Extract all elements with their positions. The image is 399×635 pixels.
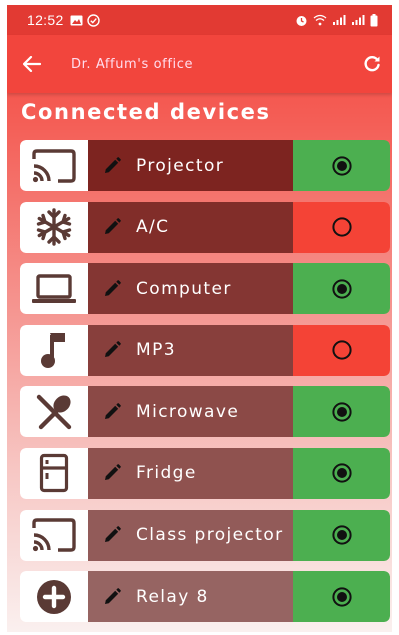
device-toggle-on[interactable]: [293, 571, 390, 623]
signal-icon: [352, 15, 365, 25]
device-toggle-on[interactable]: [293, 140, 390, 191]
image-notification-icon: [70, 15, 83, 25]
device-row: Projector: [20, 140, 390, 191]
device-toggle-on[interactable]: [293, 509, 390, 561]
device-name-box[interactable]: Class projector: [88, 509, 293, 561]
radio-on-icon: [331, 402, 352, 422]
device-icon-box: [20, 324, 88, 376]
battery-icon: [370, 13, 378, 26]
device-label: Microwave: [136, 401, 240, 422]
device-list: Projector A/C Computer MP3 Microwave Fridge Cl…: [20, 140, 390, 632]
radio-off-icon: [331, 217, 352, 237]
cast-icon: [32, 148, 76, 183]
device-row: Fridge: [20, 447, 390, 499]
device-toggle-on[interactable]: [293, 447, 390, 499]
refresh-icon: [364, 55, 380, 72]
device-label: Class projector: [136, 525, 284, 546]
device-name-box[interactable]: Computer: [88, 263, 293, 315]
status-bar: 12:52: [7, 5, 392, 35]
device-toggle-off[interactable]: [293, 201, 390, 253]
edit-icon[interactable]: [102, 217, 122, 237]
device-label: Projector: [136, 155, 225, 176]
radio-on-icon: [331, 525, 352, 545]
radio-on-icon: [331, 155, 352, 176]
app-screen: 12:52 Dr. Affum's office Connected devic…: [7, 5, 392, 632]
radio-on-icon: [331, 279, 352, 299]
arrow-left-icon: [23, 56, 41, 72]
app-bar: Dr. Affum's office: [7, 35, 392, 93]
edit-icon[interactable]: [102, 525, 122, 545]
device-label: Computer: [136, 278, 232, 299]
radio-on-icon: [331, 587, 352, 607]
device-row: Relay 8: [20, 571, 390, 623]
device-toggle-off[interactable]: [293, 324, 390, 376]
device-label: A/C: [136, 217, 170, 238]
edit-icon[interactable]: [102, 156, 122, 176]
wifi-icon: [313, 14, 327, 26]
music-note-icon: [41, 333, 65, 369]
device-icon-box: [20, 386, 88, 438]
device-icon-box: [20, 509, 88, 561]
radio-off-icon: [331, 340, 352, 360]
edit-icon[interactable]: [102, 340, 122, 360]
fridge-icon: [39, 454, 69, 493]
edit-icon[interactable]: [102, 587, 122, 607]
edit-icon[interactable]: [102, 279, 122, 299]
device-name-box[interactable]: Projector: [88, 140, 293, 191]
laptop-icon: [32, 273, 76, 303]
device-name-box[interactable]: A/C: [88, 201, 293, 253]
device-icon-box: [20, 201, 88, 253]
device-icon-box: [20, 571, 88, 623]
device-label: MP3: [136, 340, 176, 361]
device-toggle-on[interactable]: [293, 263, 390, 315]
device-name-box[interactable]: Fridge: [88, 447, 293, 499]
device-row: Computer: [20, 263, 390, 315]
alarm-icon: [296, 15, 307, 26]
device-name-box[interactable]: MP3: [88, 324, 293, 376]
utensils-icon: [36, 394, 72, 430]
snowflake-icon: [36, 208, 72, 246]
device-name-box[interactable]: Relay 8: [88, 571, 293, 623]
status-time: 12:52: [27, 12, 64, 28]
device-label: Relay 8: [136, 586, 209, 607]
device-icon-box: [20, 447, 88, 499]
plus-circle-icon: [37, 579, 71, 614]
device-name-box[interactable]: Microwave: [88, 386, 293, 438]
back-button[interactable]: [7, 35, 57, 93]
device-toggle-on[interactable]: [293, 386, 390, 438]
refresh-button[interactable]: [352, 35, 392, 93]
device-row: MP3: [20, 324, 390, 376]
signal-icon: [333, 15, 346, 25]
device-icon-box: [20, 263, 88, 315]
device-row: A/C: [20, 201, 390, 253]
device-icon-box: [20, 140, 88, 191]
device-row: Microwave: [20, 386, 390, 438]
edit-icon[interactable]: [102, 463, 122, 483]
edit-icon[interactable]: [102, 402, 122, 422]
device-row: Class projector: [20, 509, 390, 561]
app-bar-title: Dr. Affum's office: [71, 56, 194, 72]
check-circle-icon: [86, 13, 100, 27]
cast-icon: [32, 518, 76, 552]
radio-on-icon: [331, 463, 352, 484]
page-title: Connected devices: [21, 100, 271, 124]
device-label: Fridge: [136, 463, 197, 484]
